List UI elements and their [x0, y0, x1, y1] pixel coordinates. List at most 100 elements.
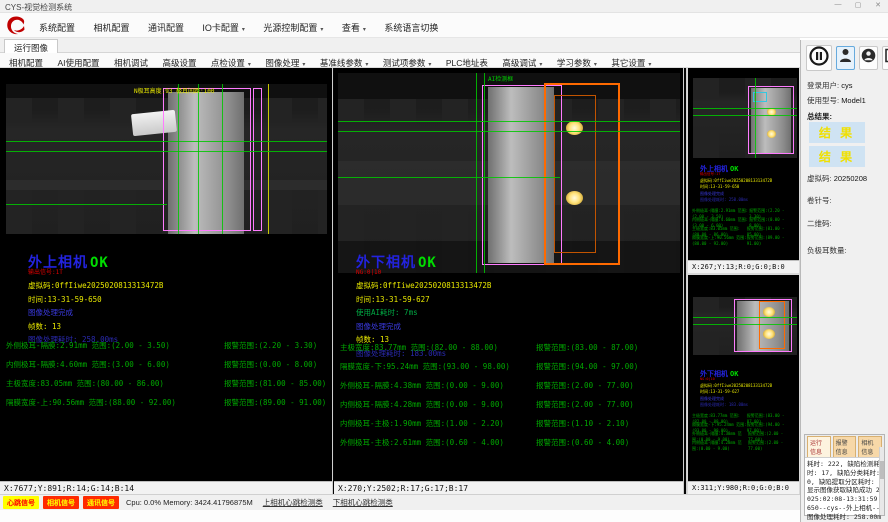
log-tab-run-info[interactable]: 运行信息 [807, 436, 831, 457]
menubar: 系统配置 相机配置 通讯配置 IO卡配置 光源控制配置 查看 系统语言切换 [0, 13, 888, 38]
process-done: 图像处理完成 [28, 309, 163, 317]
measurement-row: 主极宽度:83.77mm 范围:(82.00 - 88.00)报警范围:(83.… [340, 342, 679, 361]
measurement-row: 内侧极耳-主极:1.90mm 范围:(1.00 - 2.20)报警范围:(1.1… [340, 418, 679, 437]
needle-number-field: 卷针号: [807, 195, 832, 206]
measurement-row: 内侧极耳-隔膜:4.60mm 范围:(3.00 - 6.00)报警范围:(0.0… [6, 359, 328, 378]
measurement-row: 外侧极耳-隔膜:4.38mm 范围:(0.00 - 9.00)报警范围:(2.0… [340, 380, 679, 399]
measurement-row: 隔膜宽度-下:95.24mm 范围:(93.00 - 98.00)报警范围:(9… [340, 361, 679, 380]
measurement-rows: 主极宽度:83.77mm 范围:(82.00 - 88.00)报警范围:(83.… [692, 413, 795, 449]
app-logo-icon [4, 14, 28, 37]
pixel-coords-status: X:270;Y:2502;R:17;G:17;B:17 [334, 481, 683, 494]
pixel-coords-status: X:7677;Y:891;R:14;G:14;B:14 [0, 481, 332, 494]
log-scrollbar[interactable] [879, 447, 884, 515]
result-text-block: 外下相机OK NG:0|10 虚拟码:0ffIiwe20250208133134… [700, 371, 772, 410]
titlebar: CYS-视觉检测系统 — ▢ ✕ [0, 0, 888, 13]
camera-result-title: 外下相机OK [356, 256, 491, 270]
pixel-coords-status: X:311;Y:980;R:0;G:0;B:0 [688, 481, 799, 494]
measurement-rows: 外侧极耳-隔膜:2.91mm 范围:(2.00 - 3.50)报警范围:(2.2… [692, 208, 795, 244]
measurement-row: 主极宽度:83.77mm 范围:(82.00 - 88.00)报警范围:(83.… [692, 413, 795, 422]
pixel-coords-status: X:267;Y:13;R:0;G:0;B:0 [688, 260, 799, 273]
weld-highlight [566, 121, 583, 135]
maximize-button[interactable]: ▢ [852, 1, 864, 9]
measurement-row: 外侧极耳-主极:2.61mm 范围:(0.60 - 4.00)报警范围:(0.6… [340, 437, 679, 456]
menu-comm-config[interactable]: 通讯配置 [141, 19, 191, 36]
login-user-button[interactable] [836, 46, 855, 70]
window-title: CYS-视觉检测系统 [5, 2, 72, 13]
virtual-code: 虚拟码:0ffIiwe2025020813313472B [356, 282, 491, 290]
virtual-code-field: 虚拟码: 20250208 [807, 173, 867, 184]
measurement-row: 外侧极耳-隔膜:2.91mm 范围:(2.00 - 3.50)报警范围:(2.2… [692, 208, 795, 217]
log-tab-alarm-info[interactable]: 报警信息 [833, 436, 857, 457]
measurement-rows: 主极宽度:83.77mm 范围:(82.00 - 88.00)报警范围:(83.… [340, 342, 679, 456]
result-text-block: 外上相机OK 输出信号:1T 虚拟码:0ffIiwe20250208133134… [28, 256, 163, 344]
pause-icon [809, 46, 829, 71]
operator-button[interactable] [859, 46, 878, 70]
measurement-row: 隔膜宽度-上:90.56mm 范围:(88.00 - 92.00)报警范围:(8… [6, 397, 328, 416]
menu-camera-config[interactable]: 相机配置 [86, 19, 136, 36]
thumb-panel-upper: 外上相机OK 输出信号:1T 虚拟码:0ffIiwe20250208133134… [688, 68, 799, 273]
tabstrip: 运行图像 [0, 38, 800, 53]
roi-box-magenta-2 [253, 88, 262, 231]
tab-run-image[interactable]: 运行图像 [4, 39, 58, 53]
capture-time: 时间:13-31-59-650 [28, 296, 163, 304]
cpu-memory-status: Cpu: 0.0% Memory: 3424.41796875M [126, 498, 253, 507]
result-indicator-1: 结 果 [809, 122, 865, 143]
virtual-code: 虚拟码:0ffIiwe2025020813313472B [28, 282, 163, 290]
menu-light-config[interactable]: 光源控制配置 [256, 19, 330, 36]
measurement-row: 主极宽度:83.05mm 范围:(80.00 - 86.00)报警范围:(81.… [692, 226, 795, 235]
roi-box-magenta [163, 88, 251, 231]
close-button[interactable]: ✕ [872, 1, 884, 9]
negative-tab-count-field: 负极耳数量: [807, 245, 847, 256]
camera-result-title: 外上相机OK [28, 256, 163, 270]
comm-signal-badge: 通讯信号 [83, 496, 119, 509]
result-indicator-2: 结 果 [809, 146, 865, 167]
model-value: Model1 [841, 96, 866, 105]
camera-image-lower-outer[interactable]: AI检测框 [338, 73, 680, 273]
log-tabs: 运行信息 报警信息 相机信息 [805, 435, 884, 458]
user-icon [839, 48, 852, 68]
capture-time: 时间:13-31-59-627 [356, 296, 491, 304]
thumb-image-lower[interactable] [693, 297, 797, 355]
run-log-box: 运行信息 报警信息 相机信息 耗时: 222, 缺陷检测耗时: 17, 缺陷分类… [804, 434, 885, 516]
lower-camera-heartbeat-link[interactable]: 下相机心跳检测类 [333, 497, 393, 508]
menu-view[interactable]: 查看 [335, 19, 373, 36]
user-circle-icon [861, 48, 876, 68]
measurement-row: 隔膜宽度-上:90.56mm 范围:(88.00 - 92.00)报警范围:(8… [692, 235, 795, 244]
logout-icon [884, 48, 888, 68]
login-user-value: cys [841, 81, 852, 90]
thumbnail-column: 外上相机OK 输出信号:1T 虚拟码:0ffIiwe20250208133134… [686, 68, 800, 494]
measure-overlay-label: N极耳高度:93 极耳间距:100 [134, 86, 215, 95]
virtual-code-value: 20250208 [834, 174, 867, 183]
ai-box-label: AI检测框 [488, 74, 513, 83]
menu-language-switch[interactable]: 系统语言切换 [377, 19, 445, 36]
weld-highlight [566, 191, 583, 205]
app-window: CYS-视觉检测系统 — ▢ ✕ 系统配置 相机配置 通讯配置 IO卡配置 光源… [0, 0, 888, 522]
total-result-label: 总结果: [807, 111, 832, 122]
sidebar: 登录用户: cys 使用型号: Model1 总结果: 结 果 结 果 虚拟码:… [800, 40, 888, 522]
ok-status: OK [90, 255, 109, 271]
ai-elapsed: 使用AI耗时: 7ms [356, 309, 491, 317]
log-text: 耗时: 222, 缺陷检测耗时: 17, 缺陷分类耗时: 0, 缺陷提取分区耗时… [805, 458, 884, 522]
ok-status: OK [418, 255, 437, 271]
measurement-row: 外侧极耳-隔膜:2.91mm 范围:(2.00 - 3.50)报警范围:(2.2… [6, 340, 328, 359]
minimize-button[interactable]: — [832, 1, 844, 9]
menu-io-config[interactable]: IO卡配置 [195, 19, 252, 36]
pause-button[interactable] [806, 45, 832, 71]
upper-camera-heartbeat-link[interactable]: 上相机心跳检测类 [263, 497, 323, 508]
measurement-row: 内侧极耳-隔膜:4.60mm 范围:(3.00 - 6.00)报警范围:(0.0… [692, 217, 795, 226]
thumb-panel-lower: 外下相机OK NG:0|10 虚拟码:0ffIiwe20250208133134… [688, 275, 799, 494]
thumb-image-upper[interactable] [693, 78, 797, 158]
result-text-block: 外上相机OK 输出信号:1T 虚拟码:0ffIiwe20250208133134… [700, 166, 772, 205]
camera-image-upper-outer[interactable]: N极耳高度:93 极耳间距:100 [6, 84, 327, 234]
exit-button[interactable] [882, 46, 888, 70]
camera-signal-badge: 相机信号 [43, 496, 79, 509]
menu-system-config[interactable]: 系统配置 [32, 19, 82, 36]
measurement-row: 外侧极耳-隔膜:4.38mm 范围:(0.00 - 9.00)报警范围:(2.0… [692, 431, 795, 440]
camera-panel-upper-outer: N极耳高度:93 极耳间距:100 外上相机OK 输出信号:1T 虚拟码:0ff… [0, 68, 333, 494]
model-field: 使用型号: Model1 [807, 95, 866, 106]
qrcode-field: 二维码: [807, 218, 832, 229]
measurement-row: 内侧极耳-隔膜:4.28mm 范围:(0.00 - 9.00)报警范围:(2.0… [340, 399, 679, 418]
measurement-row: 隔膜宽度-下:95.24mm 范围:(93.00 - 98.00)报警范围:(9… [692, 422, 795, 431]
process-done: 图像处理完成 [356, 323, 491, 331]
ai-detect-inner-box [554, 95, 596, 253]
